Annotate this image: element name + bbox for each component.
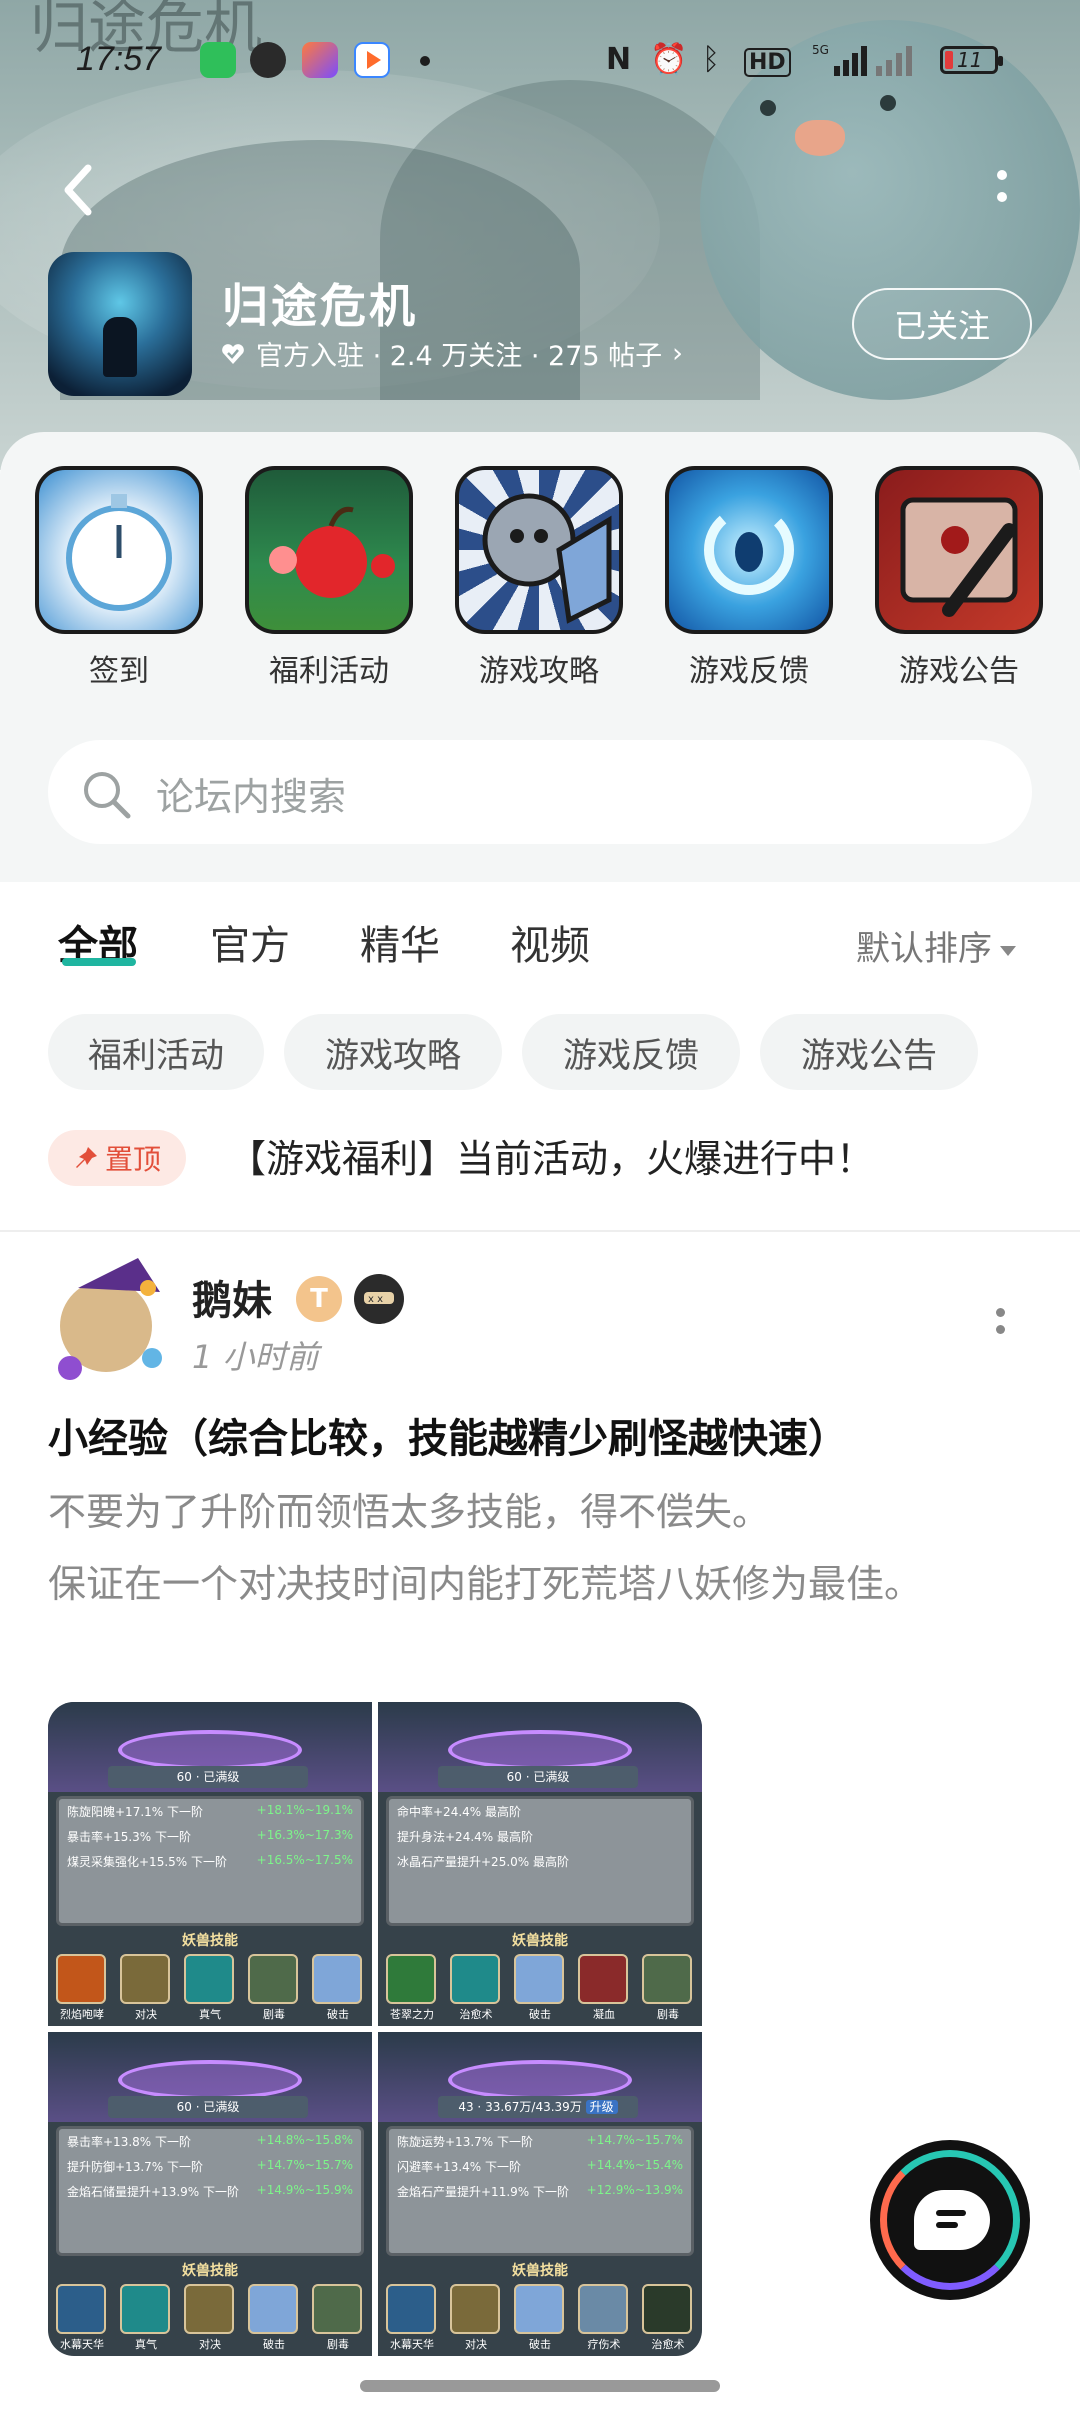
quick-link-label: 签到: [89, 654, 149, 689]
svg-text:x x: x x: [368, 1294, 383, 1305]
quick-link-announcements[interactable]: 游戏公告: [874, 466, 1044, 690]
search-input[interactable]: 论坛内搜索: [48, 740, 1032, 844]
banner-bird-beak: [795, 120, 845, 156]
portal-icon: [665, 466, 833, 634]
video-app-icon: [354, 42, 390, 78]
quick-link-label: 游戏公告: [899, 654, 1019, 689]
tab-video[interactable]: 视频: [510, 913, 590, 971]
game-meta-text: 官方入驻 · 2.4 万关注 · 275 帖子: [256, 341, 663, 372]
status-bar: 17:57 N ⏰ ᛒ HD 5G 11: [0, 34, 1080, 90]
filter-chip-welfare[interactable]: 福利活动: [48, 1014, 264, 1090]
verified-heart-icon: [222, 343, 244, 364]
apple-icon: [245, 466, 413, 634]
pinned-post-title[interactable]: 【游戏福利】当前活动，火爆进行中！: [228, 1128, 874, 1183]
quick-link-feedback[interactable]: 游戏反馈: [664, 466, 834, 690]
filter-chip-announcements[interactable]: 游戏公告: [760, 1014, 978, 1090]
post-image-grid: 60 · 已满级 陈旋阳魄+17.1% 下一阶 +18.1%~19.1% 暴击率+…: [48, 1702, 702, 2356]
quick-link-welfare[interactable]: 福利活动: [244, 466, 414, 690]
tab-featured[interactable]: 精华: [360, 913, 440, 971]
follow-button[interactable]: 已关注: [852, 288, 1032, 360]
banner-bird-eye: [880, 95, 896, 111]
pinned-badge-label: 置顶: [104, 1143, 161, 1176]
hd-icon: HD: [744, 48, 791, 77]
nfc-icon: N: [606, 42, 632, 77]
back-arrow-icon: [64, 164, 92, 216]
chat-fab-button[interactable]: [870, 2140, 1030, 2300]
tab-official[interactable]: 官方: [210, 913, 290, 971]
messages-app-icon: [200, 42, 236, 78]
status-time: 17:57: [76, 40, 162, 78]
quick-link-guides[interactable]: 游戏攻略: [454, 466, 624, 690]
quick-link-label: 游戏反馈: [689, 654, 809, 689]
post-image[interactable]: 60 · 已满级 陈旋阳魄+17.1% 下一阶 +18.1%~19.1% 暴击率+…: [48, 1702, 372, 2026]
signal-icon: [872, 42, 924, 86]
filter-chip-guides[interactable]: 游戏攻略: [284, 1014, 502, 1090]
divider: [0, 1230, 1080, 1232]
scroll-icon: [875, 466, 1043, 634]
post-time: 1 小时前: [192, 1338, 319, 1376]
bluetooth-icon: ᛒ: [702, 42, 720, 77]
caret-down-icon: [1000, 945, 1016, 956]
avatar[interactable]: [48, 1248, 178, 1388]
post-more-button[interactable]: [996, 1308, 1010, 1344]
post-image[interactable]: 60 · 已满级 暴击率+13.8% 下一阶 +14.8%~15.8% 提升防御+…: [48, 2032, 372, 2356]
search-icon: [84, 772, 131, 819]
5g-signal-icon: 5G: [812, 42, 868, 86]
chevron-right-icon: ›: [672, 338, 683, 369]
author-name[interactable]: 鹅妹: [192, 1268, 272, 1326]
svg-text:5G: 5G: [812, 43, 829, 57]
bandit-badge-icon: x x: [354, 1274, 404, 1324]
post-title[interactable]: 小经验（综合比较，技能越精少刷怪越快速）: [48, 1406, 1048, 1464]
knight-icon: [455, 466, 623, 634]
wechat-app-icon: [250, 42, 286, 78]
chat-bubble-icon: [914, 2190, 990, 2250]
banner-bird-eye: [760, 100, 776, 116]
sort-dropdown[interactable]: 默认排序: [856, 921, 1016, 970]
quick-link-label: 游戏攻略: [479, 654, 599, 689]
battery-level: 11: [957, 48, 983, 72]
search-placeholder: 论坛内搜索: [156, 775, 347, 819]
filter-chip-feedback[interactable]: 游戏反馈: [522, 1014, 740, 1090]
post-body-line: 不要为了升阶而领悟太多技能，得不偿失。: [48, 1490, 771, 1534]
post-body-line: 保证在一个对决技时间内能打死荒塔八妖修为最佳。: [48, 1562, 923, 1606]
game-icon: [48, 252, 192, 396]
post-image[interactable]: 60 · 已满级 命中率+24.4% 最高阶 提升身法+24.4% 最高阶 冰晶…: [378, 1702, 702, 2026]
home-indicator[interactable]: [360, 2380, 720, 2392]
game-meta-link[interactable]: 官方入驻 · 2.4 万关注 · 275 帖子 ›: [220, 334, 683, 373]
alarm-icon: ⏰: [650, 42, 688, 77]
game-title: 归途危机: [222, 279, 418, 333]
pin-icon: [75, 1147, 97, 1168]
post-image[interactable]: 43 · 33.67万/43.39万 升级 陈旋运势+13.7% 下一阶 +14.…: [378, 2032, 702, 2356]
more-options-button[interactable]: [990, 170, 1014, 214]
battery-icon: 11: [940, 46, 1003, 74]
app-notification-icon: [302, 42, 338, 78]
more-notifications-dot: [420, 56, 430, 66]
active-tab-indicator: [62, 958, 136, 966]
play-icon: [367, 51, 381, 69]
quick-link-label: 福利活动: [269, 654, 389, 689]
post-body[interactable]: 不要为了升阶而领悟太多技能，得不偿失。 保证在一个对决技时间内能打死荒塔八妖修为…: [48, 1476, 1038, 1620]
level-badge: T: [296, 1276, 342, 1322]
tab-bar: 全部 官方 精华 视频 默认排序: [0, 885, 1080, 995]
back-button[interactable]: [58, 160, 98, 220]
pinned-badge: 置顶: [48, 1130, 186, 1186]
quick-link-checkin[interactable]: 签到: [34, 466, 204, 690]
sort-label: 默认排序: [856, 929, 992, 969]
stopwatch-icon: [35, 466, 203, 634]
